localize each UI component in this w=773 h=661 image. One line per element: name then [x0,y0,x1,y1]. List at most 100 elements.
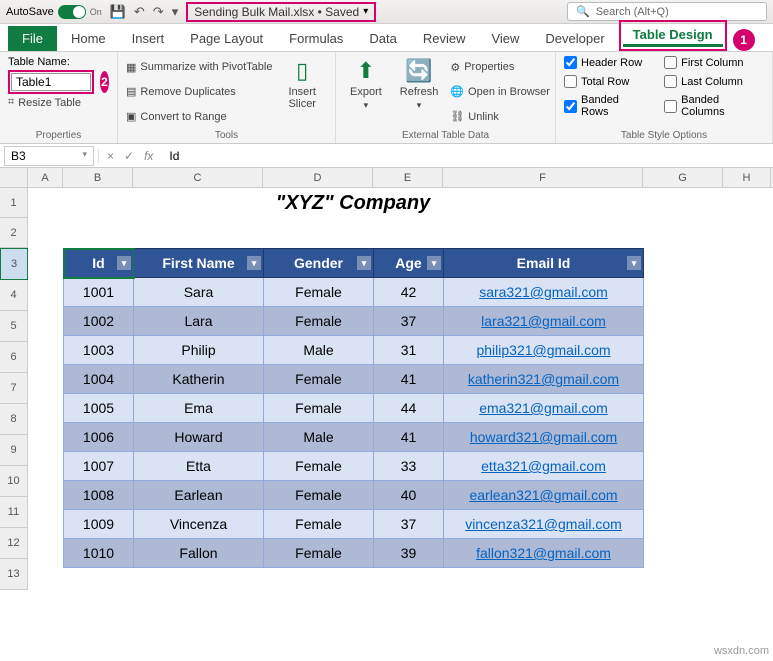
file-name[interactable]: Sending Bulk Mail.xlsx • Saved [194,5,359,19]
search-input[interactable]: 🔍 Search (Alt+Q) [567,2,767,21]
cell-gender[interactable]: Female [264,394,374,423]
cell-first[interactable]: Earlean [134,481,264,510]
row-header[interactable]: 10 [0,466,28,497]
col-header[interactable]: E [373,168,443,187]
col-header[interactable]: C [133,168,263,187]
chevron-down-icon[interactable]: ▾ [363,6,368,17]
cell-first[interactable]: Sara [134,278,264,307]
insert-slicer-button[interactable]: ▯ Insert Slicer [282,56,322,128]
tab-file[interactable]: File [8,26,57,51]
table-header-gender[interactable]: Gender▾ [264,249,374,278]
table-row[interactable]: 1003PhilipMale31philip321@gmail.com [64,336,644,365]
table-row[interactable]: 1004KatherinFemale41katherin321@gmail.co… [64,365,644,394]
table-row[interactable]: 1008EarleanFemale40earlean321@gmail.com [64,481,644,510]
cell-gender[interactable]: Female [264,365,374,394]
cell-age[interactable]: 37 [374,510,444,539]
cell-age[interactable]: 42 [374,278,444,307]
col-header[interactable]: B [63,168,133,187]
email-link[interactable]: katherin321@gmail.com [468,371,619,387]
chevron-down-icon[interactable]: ▾ [82,149,87,163]
cell-email[interactable]: ema321@gmail.com [444,394,644,423]
table-row[interactable]: 1006HowardMale41howard321@gmail.com [64,423,644,452]
cell-first[interactable]: Vincenza [134,510,264,539]
tab-review[interactable]: Review [411,26,478,51]
formula-input[interactable]: Id [161,149,773,163]
cell-age[interactable]: 37 [374,307,444,336]
cell-id[interactable]: 1007 [64,452,134,481]
cell-age[interactable]: 39 [374,539,444,568]
refresh-button[interactable]: 🔄Refresh▾ [394,56,445,128]
table-header-email[interactable]: Email Id▾ [444,249,644,278]
tab-data[interactable]: Data [357,26,408,51]
email-link[interactable]: sara321@gmail.com [479,284,608,300]
tab-table-design[interactable]: Table Design [623,24,723,47]
first-column-checkbox[interactable]: First Column [664,56,764,69]
col-header[interactable]: F [443,168,643,187]
export-button[interactable]: ⬆Export▾ [344,56,388,128]
cell-id[interactable]: 1003 [64,336,134,365]
filter-dropdown-icon[interactable]: ▾ [247,256,261,270]
cell-age[interactable]: 33 [374,452,444,481]
summarize-pivot-button[interactable]: ▦Summarize with PivotTable [126,61,272,74]
qat-dropdown-icon[interactable]: ▾ [172,4,179,20]
convert-range-button[interactable]: ▣Convert to Range [126,110,272,123]
row-header[interactable]: 4 [0,280,28,311]
fx-icon[interactable]: fx [144,149,153,163]
cell-first[interactable]: Philip [134,336,264,365]
col-header[interactable]: G [643,168,723,187]
col-header[interactable]: A [28,168,63,187]
cell-first[interactable]: Lara [134,307,264,336]
cell-id[interactable]: 1010 [64,539,134,568]
tab-page-layout[interactable]: Page Layout [178,26,275,51]
filter-dropdown-icon[interactable]: ▾ [357,256,371,270]
cell-id[interactable]: 1009 [64,510,134,539]
col-header[interactable]: D [263,168,373,187]
cell-email[interactable]: sara321@gmail.com [444,278,644,307]
table-row[interactable]: 1007EttaFemale33etta321@gmail.com [64,452,644,481]
cell-email[interactable]: vincenza321@gmail.com [444,510,644,539]
cell-gender[interactable]: Male [264,336,374,365]
table-header-first[interactable]: First Name▾ [134,249,264,278]
cell-gender[interactable]: Female [264,452,374,481]
table-name-input[interactable] [11,73,91,91]
last-column-checkbox[interactable]: Last Column [664,75,764,88]
cell-id[interactable]: 1006 [64,423,134,452]
email-link[interactable]: earlean321@gmail.com [469,487,617,503]
accept-icon[interactable]: ✓ [124,149,134,163]
cell-email[interactable]: philip321@gmail.com [444,336,644,365]
cell-email[interactable]: katherin321@gmail.com [444,365,644,394]
table-row[interactable]: 1001SaraFemale42 sara321@gmail.com [64,278,644,307]
row-header[interactable]: 11 [0,497,28,528]
cell-email[interactable]: lara321@gmail.com [444,307,644,336]
table-row[interactable]: 1009VincenzaFemale37vincenza321@gmail.co… [64,510,644,539]
table-header-age[interactable]: Age▾ [374,249,444,278]
cell-first[interactable]: Howard [134,423,264,452]
tab-home[interactable]: Home [59,26,118,51]
total-row-checkbox[interactable]: Total Row [564,75,648,88]
cell-age[interactable]: 41 [374,423,444,452]
cancel-icon[interactable]: × [107,149,114,163]
cell-age[interactable]: 31 [374,336,444,365]
cell-gender[interactable]: Male [264,423,374,452]
cell-first[interactable]: Fallon [134,539,264,568]
col-header[interactable]: H [723,168,771,187]
tab-view[interactable]: View [479,26,531,51]
sheet-title[interactable]: "XYZ" Company [63,188,643,218]
cell-email[interactable]: howard321@gmail.com [444,423,644,452]
row-header[interactable]: 8 [0,404,28,435]
email-link[interactable]: ema321@gmail.com [479,400,608,416]
cell-id[interactable]: 1002 [64,307,134,336]
cell-id[interactable]: 1008 [64,481,134,510]
table-row[interactable]: 1005EmaFemale44ema321@gmail.com [64,394,644,423]
cell-gender[interactable]: Female [264,278,374,307]
cell-id[interactable]: 1001 [64,278,134,307]
autosave-toggle[interactable]: AutoSave On [6,5,102,19]
banded-columns-checkbox[interactable]: Banded Columns [664,94,764,118]
cell-first[interactable]: Etta [134,452,264,481]
row-header[interactable]: 7 [0,373,28,404]
row-header[interactable]: 5 [0,311,28,342]
tab-developer[interactable]: Developer [533,26,616,51]
cell-age[interactable]: 40 [374,481,444,510]
cell-id[interactable]: 1004 [64,365,134,394]
name-box[interactable]: B3 ▾ [4,146,94,166]
